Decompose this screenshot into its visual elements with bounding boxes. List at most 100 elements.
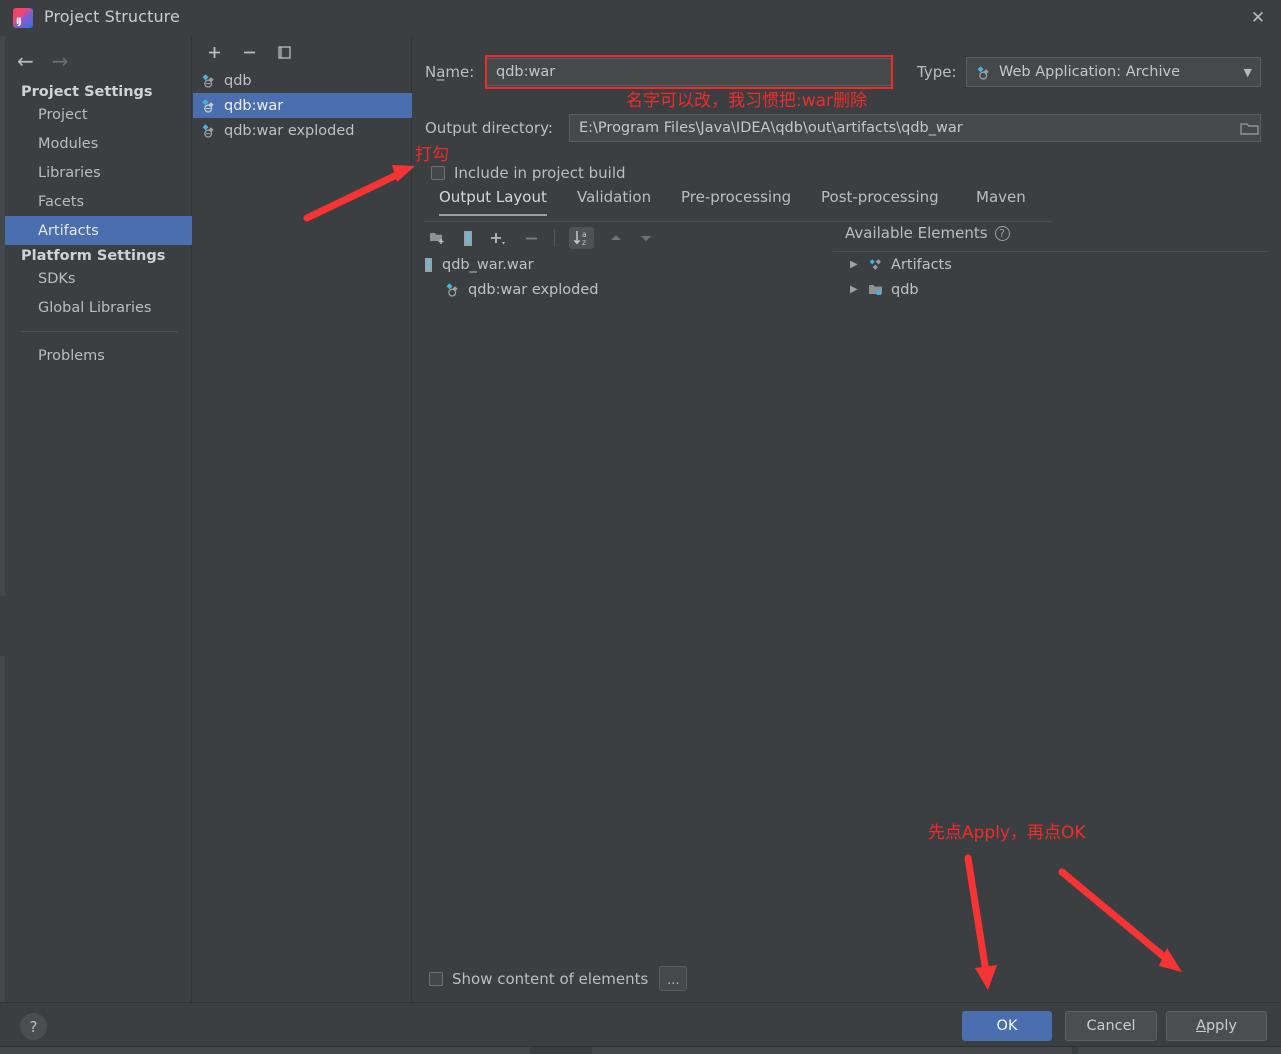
module-icon [867, 281, 884, 298]
tab-label: Maven [976, 188, 1026, 206]
sidebar-item-label: SDKs [38, 271, 75, 287]
list-item-label: qdb:war [224, 98, 283, 114]
artifact-icon [200, 72, 217, 89]
forward-arrow-icon[interactable]: → [52, 51, 69, 71]
tab-label: Post-processing [821, 188, 939, 206]
tabs-divider [425, 221, 1052, 222]
help-circle-icon[interactable]: ? [995, 226, 1010, 241]
move-up-button[interactable] [608, 231, 624, 245]
list-item[interactable]: qdb:war exploded [193, 118, 412, 143]
artifact-editor-panel: Na̲me: Type: Web Application: Archive ▼ … [413, 36, 1281, 1002]
sidebar-item-label: Problems [38, 348, 105, 364]
available-elements-header: Available Elements ? [845, 224, 1010, 242]
list-item[interactable]: qdb:war [193, 93, 412, 118]
tab-label: Pre-processing [681, 188, 791, 206]
show-content-of-elements-label: Show content of elements [452, 970, 648, 988]
artifact-icon [444, 281, 461, 298]
tree-row-label: qdb [891, 282, 919, 298]
sidebar-item-label: Facets [38, 194, 84, 210]
tree-row[interactable]: qdb_war.war [417, 252, 827, 277]
include-in-project-build-label: Include in project build [454, 164, 626, 182]
available-elements-label: Available Elements [845, 224, 988, 242]
sidebar-item-label: Libraries [38, 165, 101, 181]
type-dropdown[interactable]: Web Application: Archive ▼ [966, 57, 1261, 87]
tree-row-label: qdb_war.war [442, 257, 534, 273]
add-copy-of-button[interactable] [489, 230, 509, 247]
type-dropdown-value: Web Application: Archive [999, 64, 1180, 80]
sidebar-item-label: Project [38, 107, 88, 123]
annotation-buttons-hint: 先点Apply，再点OK [928, 818, 1086, 843]
name-label: Na̲me: [425, 63, 474, 81]
intellij-idea-icon [13, 8, 33, 28]
tree-row-label: qdb:war exploded [468, 282, 599, 298]
sidebar-group-project-settings: Project Settings [5, 84, 192, 100]
toolbar-divider [554, 229, 555, 247]
back-arrow-icon[interactable]: ← [17, 51, 34, 71]
sidebar-item-artifacts[interactable]: Artifacts [5, 216, 192, 245]
sidebar-item-label: Modules [38, 136, 98, 152]
sidebar-navigation: ← → [5, 44, 192, 78]
tree-row[interactable]: ▶ Artifacts [838, 252, 1268, 277]
sidebar-item-facets[interactable]: Facets [5, 187, 192, 216]
tree-row[interactable]: qdb:war exploded [417, 277, 827, 302]
tab-label: Output Layout [439, 188, 547, 206]
close-icon[interactable]: ✕ [1235, 0, 1281, 36]
artifact-icon [200, 122, 217, 139]
output-layout-tree: qdb_war.war qdb:war exploded [417, 252, 827, 302]
tab-maven[interactable]: Maven [976, 188, 1026, 214]
expand-triangle-icon[interactable]: ▶ [850, 284, 860, 295]
background-window-strip [0, 1046, 1281, 1054]
apply-label-rest: pply [1206, 1018, 1237, 1034]
sidebar-item-sdks[interactable]: SDKs [5, 264, 192, 293]
apply-button[interactable]: Apply [1166, 1011, 1267, 1041]
add-artifact-button[interactable] [206, 44, 223, 61]
create-directory-button[interactable] [429, 230, 447, 246]
artifacts-list: qdb qdb:war qdb:war exploded [193, 68, 412, 143]
available-elements-tree: ▶ Artifacts ▶ qdb [838, 252, 1268, 302]
tab-pre-processing[interactable]: Pre-processing [681, 188, 791, 214]
browse-folder-icon[interactable] [1240, 120, 1260, 141]
show-content-of-elements-checkbox[interactable]: Show content of elements [429, 970, 648, 988]
help-button[interactable]: ? [20, 1013, 47, 1040]
sidebar-group-platform-settings: Platform Settings [5, 248, 192, 264]
output-directory-label: Output directory: [425, 119, 553, 137]
copy-artifact-button[interactable] [276, 44, 293, 61]
artifact-icon [200, 97, 217, 114]
sidebar-item-label: Global Libraries [38, 300, 152, 316]
tab-post-processing[interactable]: Post-processing [821, 188, 939, 214]
create-archive-button[interactable] [461, 230, 475, 247]
artifacts-toolbar [193, 36, 412, 68]
sidebar-divider [21, 331, 178, 332]
title-bar: Project Structure ✕ [0, 0, 1281, 36]
panel-bottom-options: Show content of elements ... [417, 956, 1277, 1001]
sidebar-item-global-libraries[interactable]: Global Libraries [5, 293, 192, 322]
artifacts-list-panel: qdb qdb:war qdb:war exploded [193, 36, 412, 1002]
sidebar-item-problems[interactable]: Problems [5, 341, 192, 370]
annotation-check-hint: 打勾 [415, 140, 449, 165]
page-title: Project Structure [44, 7, 180, 26]
move-down-button[interactable] [638, 231, 654, 245]
sort-alphabetically-button[interactable]: a z [569, 227, 594, 249]
tab-output-layout[interactable]: Output Layout [439, 188, 547, 216]
tree-row-label: Artifacts [891, 257, 952, 273]
list-item[interactable]: qdb [193, 68, 412, 93]
tab-validation[interactable]: Validation [577, 188, 651, 214]
cancel-button[interactable]: Cancel [1065, 1011, 1157, 1041]
sidebar-item-libraries[interactable]: Libraries [5, 158, 192, 187]
include-in-project-build-checkbox[interactable]: Include in project build [431, 164, 626, 182]
tree-row[interactable]: ▶ qdb [838, 277, 1268, 302]
sidebar-item-project[interactable]: Project [5, 100, 192, 129]
ok-button[interactable]: OK [962, 1011, 1052, 1041]
name-input[interactable] [486, 58, 893, 86]
annotation-name-hint: 名字可以改，我习惯把:war删除 [626, 86, 867, 111]
artifact-icon [975, 64, 992, 81]
remove-artifact-button[interactable] [241, 44, 258, 61]
more-options-button[interactable]: ... [659, 966, 687, 991]
tab-label: Validation [577, 188, 651, 206]
expand-triangle-icon[interactable]: ▶ [850, 259, 860, 270]
remove-element-button[interactable] [523, 230, 540, 247]
archive-icon [423, 257, 435, 273]
sidebar-item-modules[interactable]: Modules [5, 129, 192, 158]
output-directory-input[interactable] [569, 114, 1261, 142]
chevron-down-icon: ▼ [1244, 66, 1252, 79]
